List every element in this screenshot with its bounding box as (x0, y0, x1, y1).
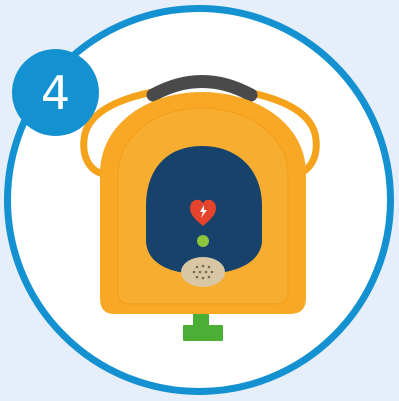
step-illustration: 4 (0, 0, 399, 401)
speaker-grille-icon (181, 257, 225, 287)
status-light-icon (197, 235, 209, 247)
step-number: 4 (40, 65, 71, 120)
step-number-badge: 4 (12, 49, 99, 136)
pad-connector-base (183, 325, 223, 341)
